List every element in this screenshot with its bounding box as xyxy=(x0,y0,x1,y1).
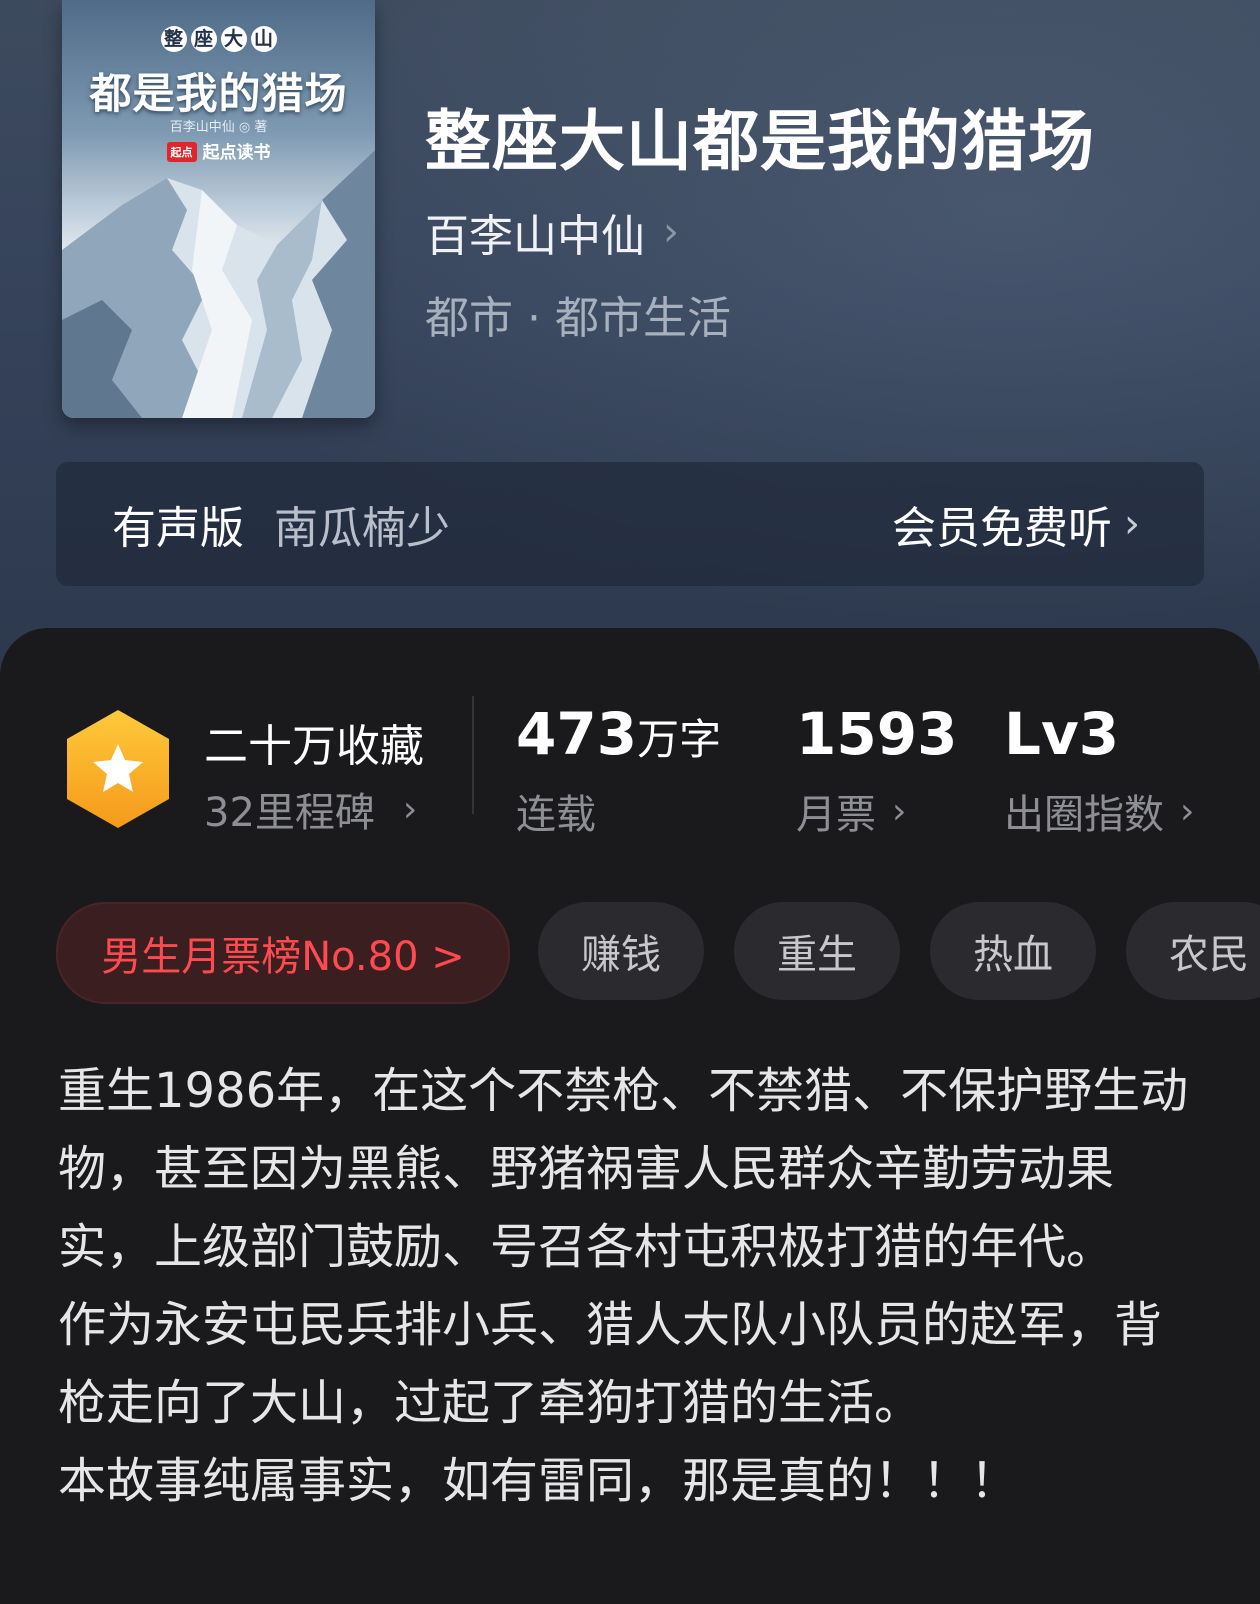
cover-series: 整座大山 xyxy=(62,26,375,52)
chevron-right-icon: › xyxy=(402,788,418,830)
cover-title: 都是我的猎场 xyxy=(89,69,348,118)
audio-edition-bar[interactable]: 有声版 南瓜楠少 会员免费听 › xyxy=(56,462,1204,586)
tag-farmer[interactable]: 农民 xyxy=(1126,902,1260,1000)
synopsis-paragraph: 作为永安屯民兵排小兵、猎人大队小队员的赵军，背枪走向了大山，过起了牵狗打猎的生活… xyxy=(58,1297,1163,1431)
divider xyxy=(472,696,474,814)
chevron-right-icon: › xyxy=(1124,501,1140,547)
book-title: 整座大山都是我的猎场 xyxy=(425,102,1095,180)
audio-label: 有声版 xyxy=(112,503,244,554)
genre-label: 都市 · 都市生活 xyxy=(425,293,731,344)
chevron-right-icon: › xyxy=(663,209,679,255)
author-link[interactable]: 百李山中仙 › xyxy=(425,200,679,264)
cover-author: 百李山中仙 ◎ 著 xyxy=(169,120,268,135)
audio-narrator: 南瓜楠少 xyxy=(274,503,450,554)
synopsis-paragraph: 本故事纯属事实，如有雷同，那是真的！！！ xyxy=(58,1453,1019,1509)
serial-status: 连载 xyxy=(516,792,596,838)
rank-tag[interactable]: 男生月票榜No.80 > xyxy=(56,902,510,1004)
monthly-votes-link[interactable]: 月票 › xyxy=(796,782,906,840)
synopsis[interactable]: 重生1986年，在这个不禁枪、不禁猎、不保护野生动物，甚至因为黑熊、野猪祸害人民… xyxy=(58,1052,1208,1520)
synopsis-paragraph: 重生1986年，在这个不禁枪、不禁猎、不保护野生动物，甚至因为黑熊、野猪祸害人民… xyxy=(58,1063,1189,1275)
monthly-votes-count: 1593 xyxy=(796,700,958,768)
author-name: 百李山中仙 xyxy=(425,211,645,262)
chevron-right-icon: › xyxy=(1180,790,1195,832)
tag-earn-money[interactable]: 赚钱 xyxy=(538,902,704,1000)
tag-passion[interactable]: 热血 xyxy=(930,902,1096,1000)
tag-rebirth[interactable]: 重生 xyxy=(734,902,900,1000)
milestones-link[interactable]: 32里程碑 › xyxy=(204,780,417,838)
book-cover[interactable]: 整座大山 都是我的猎场 百李山中仙 ◎ 著 起点 起点读书 xyxy=(62,0,375,418)
listen-free-button[interactable]: 会员免费听 › xyxy=(892,492,1140,556)
favorites-count: 二十万收藏 xyxy=(204,721,424,772)
cover-publisher: 起点 起点读书 xyxy=(62,138,375,163)
influence-level: Lv3 xyxy=(1004,700,1120,768)
publisher-logo: 起点 xyxy=(166,142,197,162)
word-count: 473万字 xyxy=(516,700,722,768)
influence-index-link[interactable]: 出圈指数 › xyxy=(1004,782,1194,840)
star-badge-icon xyxy=(67,710,169,828)
chevron-right-icon: › xyxy=(892,790,907,832)
